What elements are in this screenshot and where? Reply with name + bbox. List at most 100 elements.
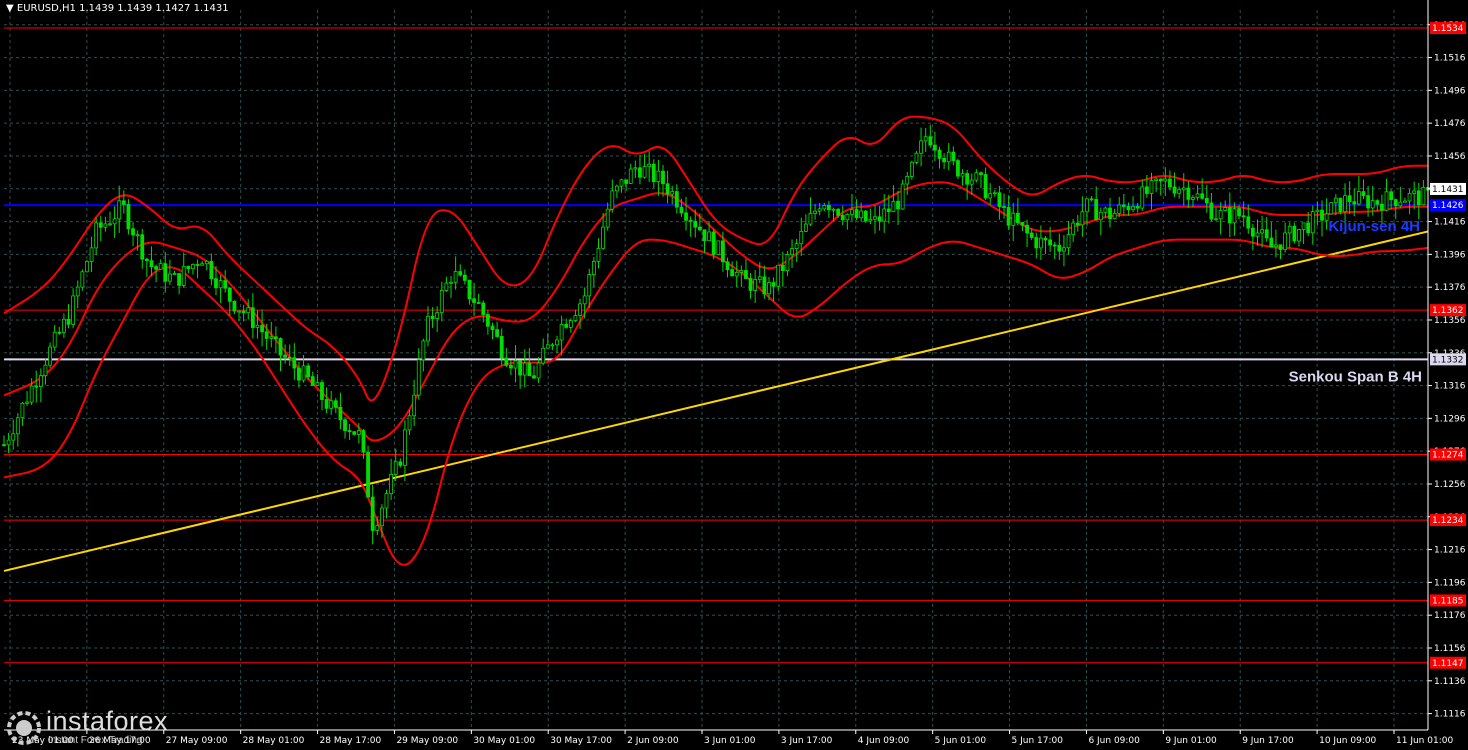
x-tick-label: 10 Jun 09:00 [1319,736,1376,746]
candle-body [315,382,320,386]
candle-body [278,338,283,356]
candle-body [310,376,315,386]
candle-body [126,204,131,230]
candle-body [628,168,633,184]
candle-body [264,331,269,339]
candle-body [1177,189,1182,194]
candle-body [260,324,264,333]
candle-body [937,149,942,159]
candle-body [1015,212,1020,223]
candle-body [707,231,711,242]
candle-body [94,222,99,249]
candle-body [347,430,352,433]
price-candles [2,124,1430,545]
candle-body [361,430,366,453]
candle-body [956,160,960,177]
candle-body [1333,197,1338,204]
y-tick-label: 1.1216 [1434,546,1466,556]
candle-body [444,282,449,291]
candle-body [688,219,693,222]
axes-layer: 1.15361.15161.14961.14761.14561.14361.14… [4,0,1466,746]
candle-body [490,325,495,331]
candle-body [1389,191,1394,201]
candle-body [172,273,177,275]
candle-body [1343,195,1347,213]
candle-body [932,144,937,151]
candle-body [1380,203,1384,211]
candle-body [767,282,771,295]
candle-body [89,247,94,262]
candle-body [1062,247,1066,252]
candle-body [1209,202,1214,220]
dropdown-triangle-icon[interactable]: ▼ [6,3,14,14]
candle-body [522,362,527,376]
candle-body [1356,191,1361,205]
candle-body [1006,206,1011,226]
x-tick-label: 28 May 01:00 [243,736,305,746]
x-tick-label: 6 Jun 09:00 [1088,736,1140,746]
candle-body [1108,207,1112,220]
candle-body [301,365,306,381]
candle-body [1158,178,1163,182]
candle-body [15,417,20,435]
level-tag-text: 1.1274 [1432,450,1464,460]
level-tag-text: 1.1362 [1432,306,1464,316]
candle-body [1002,206,1006,208]
candle-body [624,179,629,184]
candle-body [66,318,71,325]
candle-body [453,271,458,283]
chart-grid [4,10,1428,730]
candle-body [509,364,513,369]
candle-body [320,382,324,400]
chart-canvas: 1.15361.15161.14961.14761.14561.14361.14… [2,0,1466,746]
candle-body [62,318,66,333]
candle-body [177,273,182,286]
logo-brand: instaforex [46,706,169,736]
current-price-text: 1.1431 [1432,185,1464,195]
candle-body [1306,222,1311,234]
candle-body [891,200,896,213]
candle-body [1232,208,1237,224]
candle-body [730,269,735,277]
candle-body [57,331,62,334]
x-tick-label: 5 Jun 01:00 [935,736,987,746]
candle-body [656,170,661,183]
candle-body [430,315,435,319]
candle-body [472,298,476,303]
candle-body [435,312,440,319]
candle-body [112,218,117,225]
candle-body [379,507,384,527]
candle-body [905,176,910,185]
candle-body [338,406,343,421]
candle-body [98,222,103,228]
candle-body [716,240,721,255]
candle-body [1393,199,1398,207]
y-tick-label: 1.1196 [1434,578,1466,588]
candle-body [297,367,301,381]
candle-body [527,362,532,377]
candle-body [817,208,822,212]
candle-body [283,354,288,358]
candle-body [582,295,587,305]
candle-body [1421,187,1426,206]
candle-body [1278,244,1283,250]
bollinger-upper [3,115,1428,402]
candle-body [702,229,707,242]
candle-body [665,183,670,195]
y-tick-label: 1.1376 [1434,283,1466,293]
candle-body [1352,201,1357,205]
candle-body [1034,237,1039,249]
candle-body [1204,197,1209,204]
candle-body [619,179,624,187]
candle-body [753,279,758,291]
candle-body [209,260,214,280]
senkou-span-b-label: Senkou Span B 4H [1289,368,1422,385]
candle-body [1398,201,1403,207]
candle-body [790,248,794,256]
candle-body [1287,225,1292,234]
candle-body [568,320,573,328]
candle-body [366,451,370,498]
candle-body [384,493,389,509]
candle-body [1250,227,1255,237]
candle-body [721,240,725,263]
